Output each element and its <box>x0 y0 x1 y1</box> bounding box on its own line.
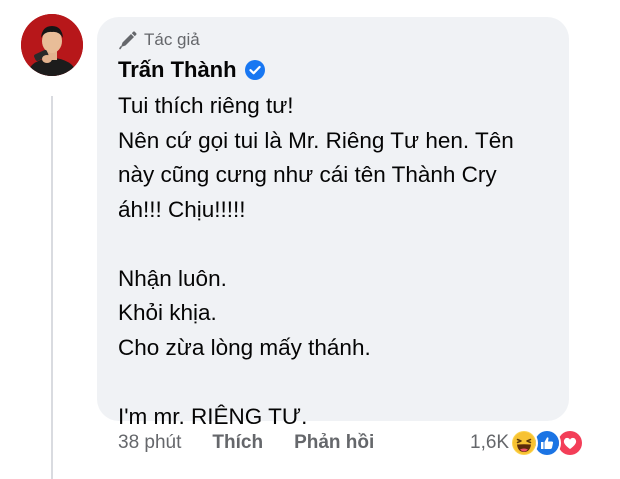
comment-text: Tui thích riêng tư! Nên cứ gọi tui là Mr… <box>118 89 558 434</box>
author-row: Trấn Thành <box>118 55 265 85</box>
comment-line: Tui thích riêng tư! <box>118 93 294 118</box>
haha-icon <box>510 429 539 457</box>
reply-button[interactable]: Phản hồi <box>294 432 374 454</box>
reaction-count: 1,6K <box>470 432 510 453</box>
author-badge-label: Tác giả <box>144 30 200 49</box>
reactions-summary[interactable]: 1,6K <box>470 429 585 457</box>
pen-icon <box>118 30 138 50</box>
comment-line: Cho zừa lòng mấy thánh. <box>118 334 371 360</box>
avatar[interactable] <box>21 14 83 76</box>
comment-line: Khỏi khịa. <box>118 300 217 325</box>
verified-badge-icon <box>244 60 265 80</box>
comment-line: Nên cứ gọi tui là Mr. Riêng Tư hen. Tên <box>118 127 514 153</box>
like-button[interactable]: Thích <box>212 432 263 454</box>
comment-line: này cũng cưng như cái tên Thành Cry <box>118 162 497 187</box>
thread-line <box>51 96 53 479</box>
timestamp[interactable]: 38 phút <box>118 432 181 454</box>
comment-blank-line <box>118 227 558 262</box>
author-name[interactable]: Trấn Thành <box>118 57 237 83</box>
comment-line: Nhận luôn. <box>118 265 227 291</box>
comment-actions: 38 phút Thích Phản hồi <box>118 429 374 457</box>
author-badge: Tác giả <box>118 29 200 51</box>
comment-blank-line <box>118 365 558 400</box>
comment-bubble: Tác giả Trấn Thành Tui thích riêng tư! N… <box>97 17 569 429</box>
comment-line: áh!!! Chịu!!!!! <box>118 196 246 222</box>
